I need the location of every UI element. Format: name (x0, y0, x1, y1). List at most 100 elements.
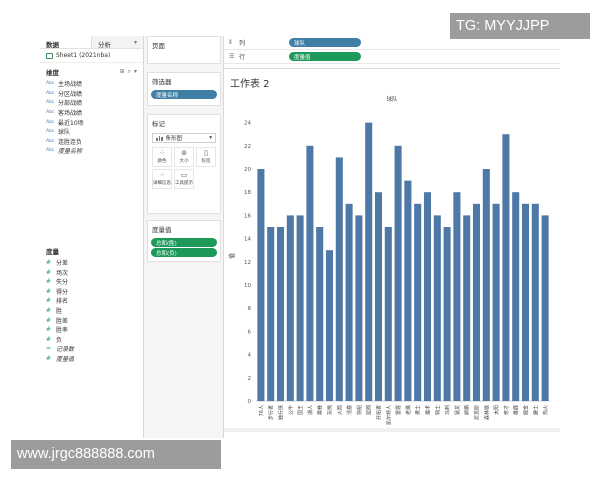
bar (521, 203, 530, 401)
chevron-down-icon[interactable]: ▾ (134, 39, 137, 46)
measure-field[interactable]: # 排名 (40, 296, 143, 306)
measures-header: 度量 (40, 242, 143, 258)
measure-field[interactable]: # 胜 (40, 306, 143, 316)
measure-field[interactable]: # 场次 (40, 267, 143, 277)
tab-analysis[interactable]: 分析 ▾ (91, 36, 143, 49)
measure-field[interactable]: # 度量值 (40, 354, 143, 364)
x-tick-label: 快船 (356, 405, 363, 415)
rows-pill-measure-values[interactable]: 度量值 (289, 52, 361, 61)
rows-icon: ☰ (229, 53, 235, 60)
dimensions-list: Abc 主场战绩 Abc 分区战绩 Abc 分部战绩 Abc 客场战绩 Abc 最近10场… (40, 79, 143, 156)
tab-data[interactable]: 数据 (40, 36, 91, 49)
dimensions-header: 维度 ⊞ ⌕ ▾ (40, 63, 143, 79)
measure-field[interactable]: = 记录数 (40, 344, 143, 354)
label-icon: ▯ (204, 149, 208, 157)
dimension-field[interactable]: Abc 连胜连负 (40, 137, 143, 147)
x-tick-label: 老鹰 (405, 405, 412, 415)
measure-label: 场次 (56, 269, 69, 277)
label-button[interactable]: ▯ 标签 (196, 147, 216, 167)
dimension-field[interactable]: Abc 球队 (40, 127, 143, 137)
x-tick-label: 鹈鹕 (464, 405, 471, 415)
rows-shelf-label: 行 (239, 54, 246, 61)
chevron-down-icon[interactable]: ▾ (134, 68, 137, 76)
pages-card[interactable]: 页面 (147, 36, 221, 64)
y-tick-label: 12 (244, 260, 251, 266)
bar (286, 215, 294, 401)
tab-analysis-label: 分析 (98, 41, 111, 49)
columns-pill-team[interactable]: 球队 (289, 38, 361, 47)
bar (492, 203, 500, 401)
x-tick-label: 骑士 (434, 405, 441, 415)
bar (325, 250, 334, 401)
tooltip-label: 工具提示 (175, 181, 193, 186)
y-tick-label: 10 (244, 283, 251, 289)
bar (306, 145, 314, 401)
search-icon[interactable]: ⌕ (128, 68, 131, 76)
x-tick-label: 雷霆 (396, 405, 402, 415)
bar (433, 215, 441, 401)
dimension-field[interactable]: Abc 分部战绩 (40, 98, 143, 108)
bar (423, 192, 432, 401)
rows-shelf[interactable]: ☰ 行 度量值 (224, 50, 560, 64)
measure-field[interactable]: # 分差 (40, 258, 143, 268)
measure-icon: # (46, 297, 52, 305)
abc-icon: Abc (46, 90, 55, 96)
datasource-icon (46, 52, 53, 59)
x-tick-label: 马刺 (444, 405, 451, 415)
worksheet: 工作表 2 球队 值 0 2 4 6 8 10 12 14 16 18 20 22 24 76人 步行者 独行侠… (224, 68, 560, 432)
dimension-field[interactable]: Abc 分区战绩 (40, 89, 143, 99)
measure-values-title: 度量值 (152, 226, 172, 234)
bar (335, 157, 343, 401)
dimension-label: 最近10场 (58, 119, 84, 127)
measure-label: 记录数 (56, 346, 75, 354)
chevron-down-icon: ▾ (209, 135, 212, 141)
columns-icon: ⦀ (229, 38, 232, 46)
bar (512, 192, 520, 401)
mark-type-label: 条形图 (165, 136, 183, 142)
x-tick-label: 独行侠 (278, 405, 285, 420)
measure-icon: # (46, 307, 52, 315)
mark-type-dropdown[interactable]: 条形图 ▾ (152, 133, 216, 143)
measure-field[interactable]: # 胜率 (40, 325, 143, 335)
dimension-field[interactable]: Abc 最近10场 (40, 117, 143, 127)
bar-chart: 值02468101214161820222476人 步行者 独行侠 公牛 国王 湖人 黄蜂灰… (228, 121, 550, 425)
measure-field[interactable]: # 失分 (40, 277, 143, 287)
measure-pill-losses[interactable]: 总和(负) (151, 248, 217, 257)
x-tick-label: 雄鹿 (513, 405, 520, 415)
detail-label: 详细信息 (153, 181, 171, 186)
measure-pill-wins[interactable]: 总和(胜) (151, 238, 217, 247)
main-view: ⦀ 列 球队 ☰ 行 度量值 工作表 2 球队 值 0 2 4 6 8 10 12 14 16 18… (224, 36, 560, 438)
measure-field[interactable]: # 得分 (40, 287, 143, 297)
tooltip-button[interactable]: ▭ 工具提示 (174, 169, 194, 189)
dimension-field[interactable]: Abc 主场战绩 (40, 79, 143, 89)
bar (316, 227, 324, 401)
measure-label: 分差 (56, 260, 69, 268)
size-button[interactable]: ⊚ 大小 (174, 147, 194, 167)
x-tick-label: 开拓者 (376, 405, 383, 420)
measure-label: 得分 (56, 288, 69, 296)
color-button[interactable]: ⁘ 颜色 (152, 147, 172, 167)
measure-field[interactable]: # 负 (40, 335, 143, 345)
x-tick-label: 灰熊 (327, 405, 334, 415)
filter-pill-measure-names[interactable]: 度量名称 (151, 90, 217, 99)
abc-icon: Abc (46, 129, 55, 135)
bar (296, 215, 304, 401)
dimension-field[interactable]: Abc 客场战绩 (40, 108, 143, 118)
bar (276, 227, 285, 401)
x-tick-label: 奇才 (503, 405, 510, 415)
measure-icon: # (46, 268, 52, 276)
dimension-label: 度量名称 (58, 148, 83, 156)
measure-field[interactable]: # 胜差 (40, 315, 143, 325)
datasource-item[interactable]: Sheet1 (2021nba) (40, 49, 143, 63)
tableau-window: 数据 分析 ▾ Sheet1 (2021nba) 维度 ⊞ ⌕ ▾ Abc 主场战… (40, 36, 560, 438)
dimension-field[interactable]: Abc 度量名称 (40, 146, 143, 156)
detail-button[interactable]: ⁖ 详细信息 (152, 169, 172, 189)
size-label: 大小 (179, 159, 189, 164)
measure-icon: # (46, 259, 52, 267)
abc-icon: Abc (46, 148, 55, 154)
dimension-label: 球队 (58, 129, 71, 137)
grid-icon[interactable]: ⊞ (120, 68, 125, 76)
dimension-label: 分区战绩 (58, 90, 83, 98)
x-tick-label: 爵士 (532, 405, 539, 415)
filters-card[interactable]: 筛选器 度量名称 (147, 72, 221, 106)
